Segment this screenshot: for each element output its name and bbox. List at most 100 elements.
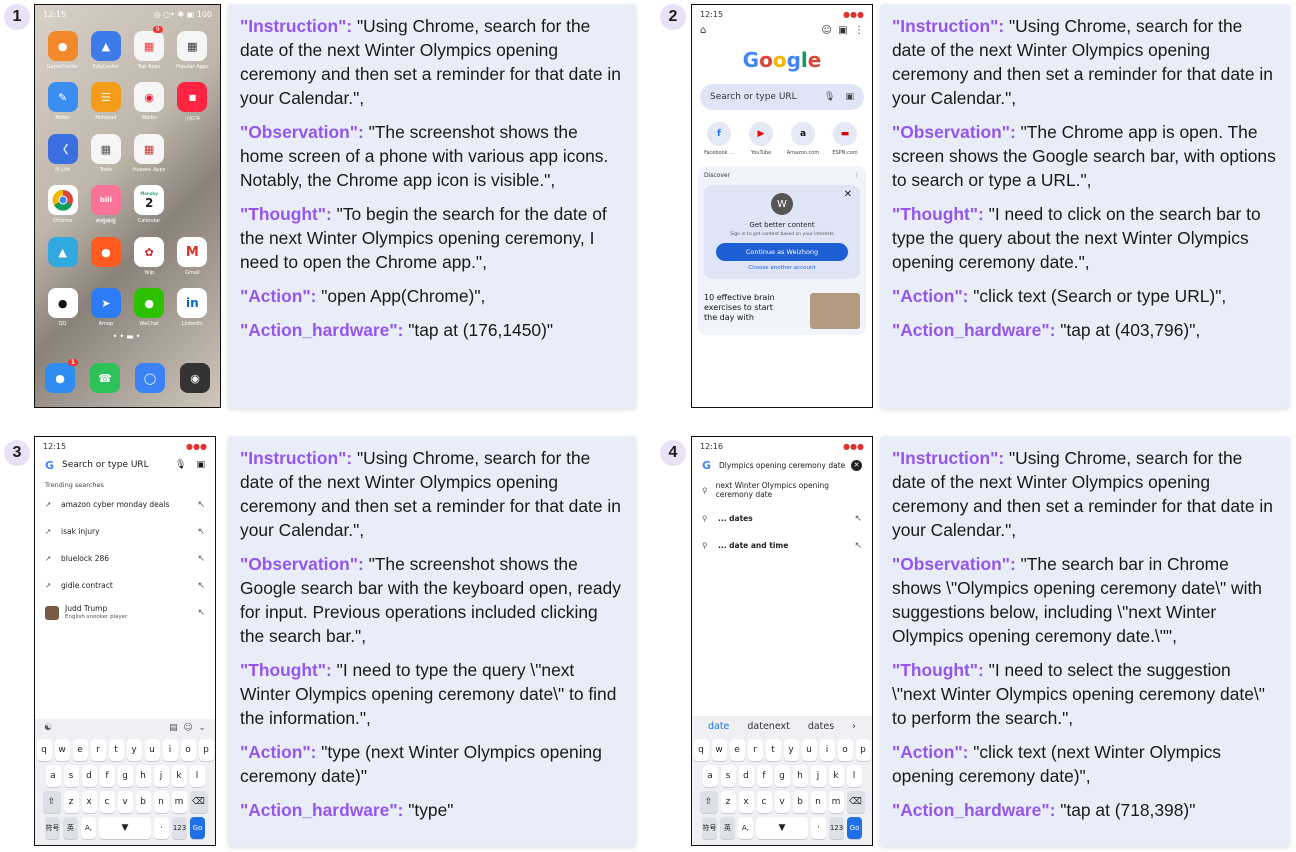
app-top-apps[interactable]: ▦ 9 Top Apps bbox=[128, 26, 171, 70]
search-bar[interactable]: Search or type URL 🎙 ▣ bbox=[700, 84, 864, 110]
clipboard-icon[interactable]: ▤ bbox=[169, 723, 178, 733]
trend-item[interactable]: ↗ gidle contract ↖ bbox=[35, 572, 215, 599]
collapse-keyboard-icon[interactable]: ⌄ bbox=[198, 723, 206, 733]
key[interactable]: y bbox=[126, 739, 142, 761]
key[interactable]: h bbox=[135, 765, 151, 787]
key[interactable]: x bbox=[81, 791, 97, 813]
mic-icon[interactable]: 🎙 bbox=[175, 460, 186, 470]
article-card[interactable]: 10 effective brain exercises to start th… bbox=[704, 293, 860, 329]
key[interactable]: t bbox=[108, 739, 124, 761]
candidate-word[interactable]: date bbox=[708, 721, 729, 732]
numbers-key[interactable]: 123 bbox=[829, 817, 844, 839]
period-key[interactable]: · bbox=[811, 817, 826, 839]
suggestion-item[interactable]: ⚲ next Winter Olympics opening ceremony d… bbox=[692, 475, 872, 505]
shift-key[interactable]: ⇧ bbox=[699, 791, 718, 813]
key[interactable]: d bbox=[738, 765, 754, 787]
key[interactable]: v bbox=[117, 791, 133, 813]
key[interactable]: t bbox=[765, 739, 781, 761]
close-icon[interactable]: ✕ bbox=[844, 189, 852, 200]
trend-item[interactable]: ↗ isak injury ↖ bbox=[35, 518, 215, 545]
key[interactable]: o bbox=[180, 739, 196, 761]
key[interactable]: z bbox=[63, 791, 79, 813]
key[interactable]: e bbox=[729, 739, 745, 761]
key[interactable]: f bbox=[756, 765, 772, 787]
trend-item[interactable]: ↗ bluelock 286 ↖ bbox=[35, 545, 215, 572]
key[interactable]: l bbox=[846, 765, 862, 787]
key[interactable]: i bbox=[162, 739, 178, 761]
key[interactable]: j bbox=[810, 765, 826, 787]
mic-icon[interactable]: 🎙 bbox=[824, 92, 835, 102]
menu-icon[interactable]: ⋮ bbox=[854, 25, 864, 36]
period-key[interactable]: · bbox=[154, 817, 169, 839]
key[interactable]: h bbox=[792, 765, 808, 787]
key[interactable]: w bbox=[711, 739, 727, 761]
fill-arrow-icon[interactable]: ↖ bbox=[197, 527, 205, 537]
key[interactable]: n bbox=[153, 791, 169, 813]
app-calendar[interactable]: Monday 2 Calendar bbox=[128, 185, 171, 225]
key[interactable]: a bbox=[45, 765, 61, 787]
app-chrome[interactable]: Chrome bbox=[41, 185, 84, 225]
language-key[interactable]: 英 bbox=[720, 817, 735, 839]
app-popular-apps[interactable]: ▦ Popular Apps bbox=[171, 31, 214, 70]
app-xiaohongshu[interactable]: ■ 小红书 bbox=[171, 82, 214, 122]
app-yelp[interactable]: ✿ Yelp bbox=[128, 237, 171, 276]
account-icon[interactable]: ☺ bbox=[821, 25, 831, 36]
symbol-key[interactable]: 符号 bbox=[702, 817, 717, 839]
app-camel[interactable]: ▲ bbox=[41, 237, 84, 276]
app-linkedin[interactable]: in LinkedIn bbox=[171, 288, 214, 327]
key[interactable]: i bbox=[819, 739, 835, 761]
key[interactable]: v bbox=[774, 791, 790, 813]
fill-arrow-icon[interactable]: ↖ bbox=[197, 581, 205, 591]
key[interactable]: u bbox=[144, 739, 160, 761]
home-icon[interactable]: ⌂ bbox=[700, 25, 706, 36]
fill-arrow-icon[interactable]: ↖ bbox=[197, 500, 205, 510]
shortcut-espn[interactable]: ▬ ESPN.com bbox=[827, 122, 863, 156]
key[interactable]: p bbox=[855, 739, 871, 761]
backspace-key[interactable]: ⌫ bbox=[189, 791, 208, 813]
numbers-key[interactable]: 123 bbox=[172, 817, 187, 839]
phone-icon[interactable]: ☎ bbox=[90, 363, 120, 393]
shift-key[interactable]: ⇧ bbox=[42, 791, 61, 813]
backspace-key[interactable]: ⌫ bbox=[846, 791, 865, 813]
candidate-word[interactable]: datenext bbox=[747, 721, 789, 732]
key[interactable]: o bbox=[837, 739, 853, 761]
app-bilibili[interactable]: bili 哔哩哔哩 bbox=[84, 185, 127, 225]
key[interactable]: q bbox=[693, 739, 709, 761]
key[interactable]: l bbox=[189, 765, 205, 787]
key[interactable]: e bbox=[72, 739, 88, 761]
shortcut-facebook[interactable]: f Facebook ... bbox=[701, 122, 737, 156]
app-gmail[interactable]: M Gmail bbox=[171, 237, 214, 276]
lens-icon[interactable]: ▣ bbox=[845, 92, 854, 102]
fill-arrow-icon[interactable]: ↖ bbox=[197, 554, 205, 564]
key[interactable]: n bbox=[810, 791, 826, 813]
browser-icon[interactable]: ◯ bbox=[135, 363, 165, 393]
key[interactable]: r bbox=[90, 739, 106, 761]
search-bar[interactable]: G Search or type URL 🎙 ▣ bbox=[35, 455, 215, 475]
fill-arrow-icon[interactable]: ↖ bbox=[854, 541, 862, 551]
go-key[interactable]: Go bbox=[847, 817, 862, 839]
lens-icon[interactable]: ▣ bbox=[196, 460, 205, 470]
camera-icon[interactable]: ◉ bbox=[180, 363, 210, 393]
key[interactable]: k bbox=[171, 765, 187, 787]
key[interactable]: w bbox=[54, 739, 70, 761]
search-input[interactable]: Search or type URL bbox=[62, 460, 149, 470]
key[interactable]: b bbox=[135, 791, 151, 813]
app-notepad[interactable]: ☰ Notepad bbox=[84, 82, 127, 122]
key[interactable]: a bbox=[702, 765, 718, 787]
person-item[interactable]: Judd Trump English snooker player ↖ bbox=[35, 599, 215, 626]
key[interactable]: u bbox=[801, 739, 817, 761]
language-key[interactable]: 英 bbox=[63, 817, 78, 839]
punctuation-key[interactable]: A, bbox=[738, 817, 753, 839]
emoji-icon[interactable]: ☺ bbox=[183, 723, 192, 733]
app-notes[interactable]: ✎ Notes bbox=[41, 82, 84, 122]
app-tools[interactable]: ▦ Tools bbox=[84, 134, 127, 173]
space-key[interactable]: ▼ bbox=[756, 817, 808, 839]
shortcut-amazon[interactable]: a Amazon.com bbox=[785, 122, 821, 156]
key[interactable]: j bbox=[153, 765, 169, 787]
chevron-right-icon[interactable]: › bbox=[852, 721, 856, 732]
search-bar[interactable]: G Dlympics opening ceremony date ✕ bbox=[692, 455, 872, 475]
messages-icon[interactable]: ● 1 bbox=[45, 359, 78, 393]
suggestion-item[interactable]: ⚲... dates ↖ bbox=[692, 505, 872, 532]
app-weibo[interactable]: ◉ Weibo bbox=[128, 82, 171, 122]
app-huawei-apps[interactable]: ▦ Huawei Apps bbox=[128, 134, 171, 173]
